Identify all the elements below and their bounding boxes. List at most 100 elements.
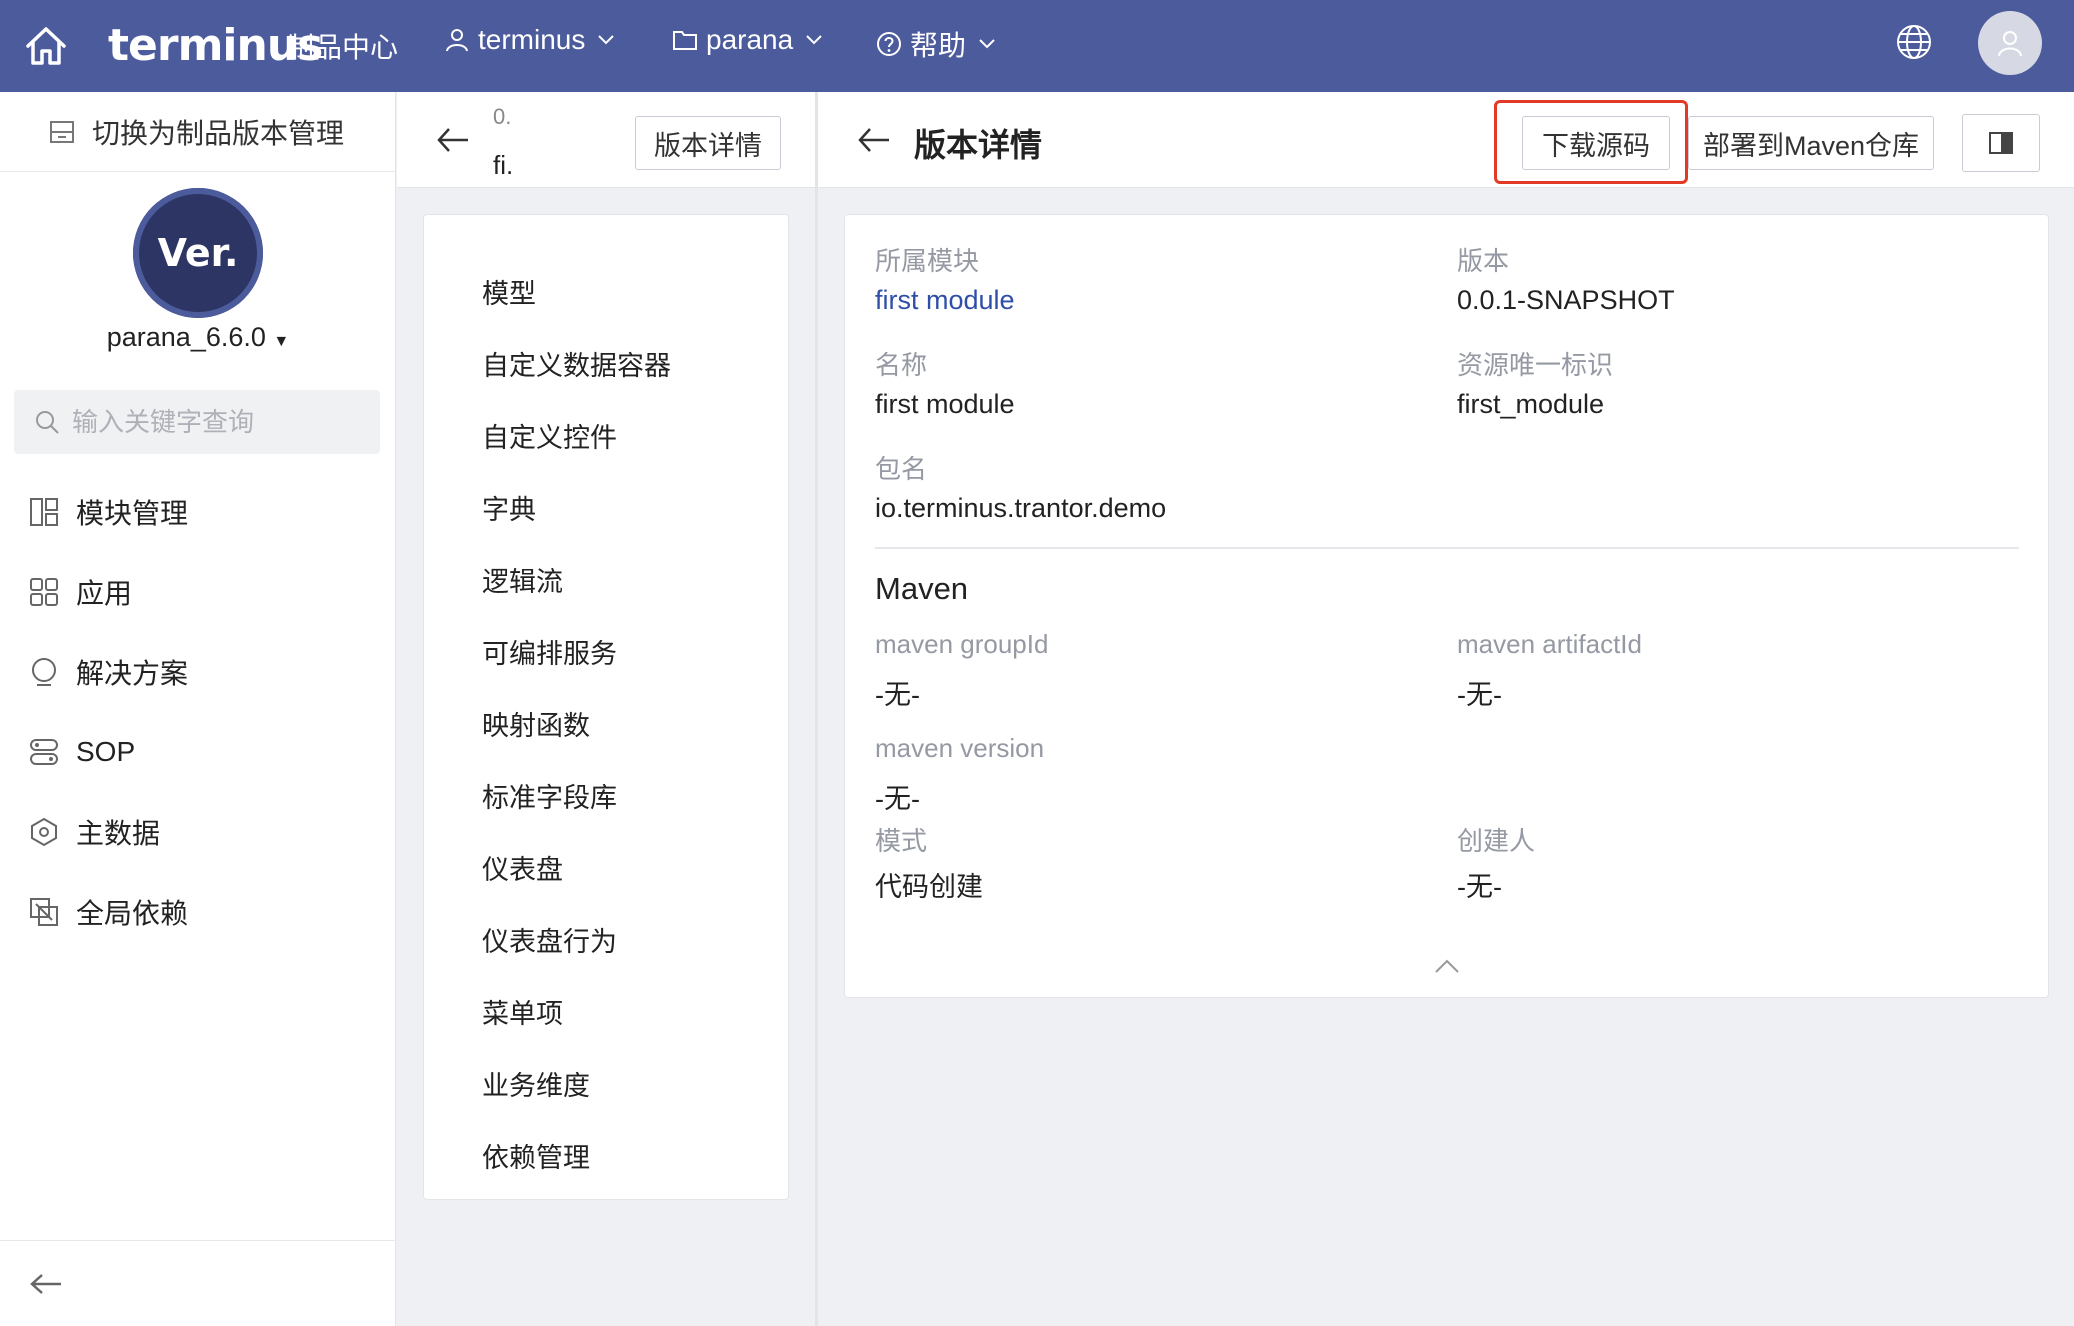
global-dependency-icon <box>30 898 58 926</box>
deploy-maven-button[interactable]: 部署到Maven仓库 <box>1688 116 1934 170</box>
search-input[interactable] <box>72 406 352 438</box>
field-label: 版本 <box>1457 246 1510 276</box>
version-detail-button[interactable]: 版本详情 <box>635 116 781 170</box>
solution-icon <box>32 658 56 686</box>
chevron-down-icon <box>979 39 995 49</box>
field-label: 包名 <box>875 454 928 484</box>
top-navigation-bar: terminus 制品中心 terminus parana 帮助 <box>0 0 2074 92</box>
chevron-up-icon[interactable] <box>1433 957 1461 975</box>
sidebar-item-global-dependency[interactable]: 全局依赖 <box>0 872 396 952</box>
sop-icon <box>30 739 58 765</box>
sidebar-item-sop[interactable]: SOP <box>0 712 396 792</box>
field-value: io.terminus.trantor.demo <box>875 493 1167 523</box>
column-divider[interactable] <box>815 92 818 1326</box>
field-version: 版本 0.0.1-SNAPSHOT <box>1457 241 1675 316</box>
list-item[interactable]: 菜单项 <box>482 975 671 1047</box>
field-mode: 模式 代码创建 <box>875 821 983 904</box>
master-data-icon <box>31 817 57 847</box>
side-panel-icon <box>1989 132 2013 154</box>
field-label: 创建人 <box>1457 826 1536 856</box>
help-menu[interactable]: 帮助 <box>876 24 1004 64</box>
field-value: first_module <box>1457 389 1605 419</box>
field-label: maven artifactId <box>1457 629 1642 659</box>
avatar-person-icon <box>1998 31 2022 57</box>
caret-down-icon: ▼ <box>273 333 290 350</box>
language-globe-icon[interactable] <box>1894 22 1934 62</box>
search-box <box>14 390 380 454</box>
project-selector[interactable]: parana_6.6.0 ▼ <box>0 322 396 353</box>
field-name: 名称 first module <box>875 345 1015 420</box>
field-resource-id: 资源唯一标识 first_module <box>1457 345 1613 420</box>
list-item[interactable]: 字典 <box>482 471 671 543</box>
field-maven-artifact: maven artifactId -无- <box>1457 629 1642 712</box>
field-value: -无- <box>875 784 920 814</box>
list-item[interactable]: 仪表盘 <box>482 831 671 903</box>
switch-label: 切换为制品版本管理 <box>92 117 345 149</box>
list-item[interactable]: 映射函数 <box>482 687 671 759</box>
section-divider <box>875 547 2019 549</box>
list-item[interactable]: 自定义控件 <box>482 399 671 471</box>
field-label: 名称 <box>875 350 928 380</box>
project-logo: Ver. <box>133 188 263 318</box>
field-label: 所属模块 <box>875 246 980 276</box>
sidebar-item-label: SOP <box>76 736 136 767</box>
home-icon[interactable] <box>22 22 70 70</box>
field-maven-version: maven version -无- <box>875 733 1044 816</box>
module-header: 0. fi. 版本详情 <box>397 92 815 188</box>
list-item[interactable]: 模型 <box>482 255 671 327</box>
project-menu-label: parana <box>706 24 794 55</box>
sidebar-item-label: 主数据 <box>76 818 161 849</box>
left-sidebar: 切换为制品版本管理 Ver. parana_6.6.0 ▼ 模块管理 应用 解决… <box>0 92 396 1326</box>
search-icon <box>36 411 59 434</box>
version-detail-card: 所属模块 first module 版本 0.0.1-SNAPSHOT 名称 f… <box>844 214 2049 998</box>
field-value: 0.0.1-SNAPSHOT <box>1457 285 1675 315</box>
module-version: 0. <box>493 104 512 129</box>
field-maven-group: maven groupId -无- <box>875 629 1048 712</box>
help-icon <box>877 32 901 56</box>
sidebar-item-apps[interactable]: 应用 <box>0 552 396 632</box>
list-item[interactable]: 依赖管理 <box>482 1119 671 1191</box>
back-arrow-icon[interactable] <box>856 126 892 154</box>
sidebar-menu: 模块管理 应用 解决方案 SOP 主数据 全局依赖 <box>0 472 396 952</box>
list-item[interactable]: 自定义数据容器 <box>482 327 671 399</box>
field-package: 包名 io.terminus.trantor.demo <box>875 449 1166 524</box>
module-icon <box>30 498 58 526</box>
project-menu[interactable]: parana <box>672 24 831 56</box>
sidebar-item-solutions[interactable]: 解决方案 <box>0 632 396 712</box>
folder-icon <box>673 31 697 50</box>
collapse-sidebar-button[interactable] <box>0 1240 396 1326</box>
field-value: first module <box>875 389 1015 419</box>
field-value: 代码创建 <box>875 872 983 902</box>
apps-icon <box>30 578 58 606</box>
toggle-panel-button[interactable] <box>1962 114 2040 172</box>
field-label: 模式 <box>875 826 928 856</box>
list-item[interactable]: 业务维度 <box>482 1047 671 1119</box>
module-link[interactable]: first module <box>875 285 1015 316</box>
list-item[interactable]: 标准字段库 <box>482 759 671 831</box>
help-menu-label: 帮助 <box>910 30 967 61</box>
user-avatar[interactable] <box>1978 11 2042 75</box>
sidebar-item-module-management[interactable]: 模块管理 <box>0 472 396 552</box>
list-item[interactable]: 仪表盘行为 <box>482 903 671 975</box>
field-label: 资源唯一标识 <box>1457 350 1614 380</box>
list-item[interactable]: 逻辑流 <box>482 543 671 615</box>
switch-version-management-button[interactable]: 切换为制品版本管理 <box>0 92 396 172</box>
field-value: -无- <box>875 680 920 710</box>
archive-icon <box>50 120 74 143</box>
user-menu-label: terminus <box>478 24 586 55</box>
field-creator: 创建人 -无- <box>1457 821 1535 904</box>
detail-header: 版本详情 下载源码 部署到Maven仓库 <box>818 92 2074 188</box>
chevron-down-icon <box>806 35 822 45</box>
back-arrow-icon[interactable] <box>435 126 471 154</box>
sidebar-item-master-data[interactable]: 主数据 <box>0 792 396 872</box>
field-label: maven groupId <box>875 629 1049 659</box>
list-item[interactable]: 可编排服务 <box>482 615 671 687</box>
field-label: maven version <box>875 733 1045 763</box>
resource-type-list: 模型 自定义数据容器 自定义控件 字典 逻辑流 可编排服务 映射函数 标准字段库… <box>482 255 671 1191</box>
module-name: fi. <box>493 150 514 180</box>
maven-section-title: Maven <box>875 571 969 606</box>
user-menu[interactable]: terminus <box>444 24 623 56</box>
sidebar-item-label: 应用 <box>76 578 133 609</box>
chevron-down-icon <box>598 35 615 45</box>
field-value: -无- <box>1457 872 1502 902</box>
